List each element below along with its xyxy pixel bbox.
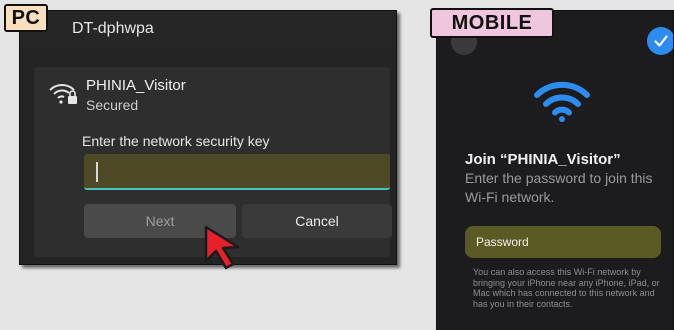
pc-network-status: Secured <box>86 97 139 113</box>
pc-tag: PC <box>4 4 48 32</box>
pc-network-name: PHINIA_Visitor <box>86 77 186 94</box>
mobile-help-text: You can also access this Wi-Fi network b… <box>473 267 660 309</box>
pc-cancel-button[interactable]: Cancel <box>242 204 392 238</box>
checkmark-icon <box>654 35 668 47</box>
wifi-icon <box>534 81 590 122</box>
text-caret <box>96 162 98 182</box>
wifi-lock-icon <box>49 84 77 104</box>
pc-security-key-label: Enter the network security key <box>82 133 270 149</box>
mobile-tag: MOBILE <box>430 8 554 38</box>
cursor-arrow-icon <box>204 225 240 270</box>
pc-security-key-input[interactable] <box>84 154 390 190</box>
join-button[interactable] <box>647 27 673 55</box>
mobile-join-subtitle: Enter the password to join this Wi-Fi ne… <box>465 170 653 205</box>
pc-previous-network-name: DT-dphwpa <box>72 20 154 37</box>
pc-previous-network-row[interactable]: DT-dphwpa <box>20 11 396 47</box>
mobile-join-title: Join “PHINIA_Visitor” <box>465 151 621 168</box>
mobile-join-sheet: Join “PHINIA_Visitor” Enter the password… <box>436 10 674 330</box>
mobile-password-field[interactable] <box>465 226 661 258</box>
